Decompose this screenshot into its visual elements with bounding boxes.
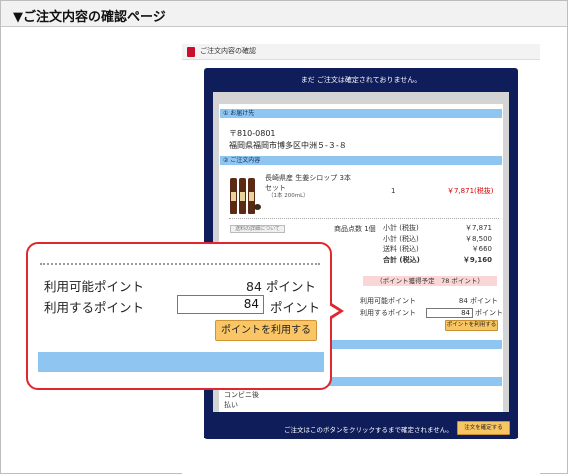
item-count: 商品点数 1個 (334, 225, 376, 233)
summary-value: ￥660 (471, 245, 492, 253)
summary-label: 小計 (税込) (383, 235, 419, 243)
available-points-label: 利用可能ポイント (360, 297, 416, 305)
summary-total-value: ￥9,160 (462, 256, 492, 264)
shipping-address: 福岡県福岡市博多区中洲５-３-８ (229, 141, 347, 150)
payment-method-line2: 払い (224, 401, 238, 409)
postal-code: 〒810-0801 (229, 129, 276, 138)
callout-use-points-input[interactable]: 84 (177, 295, 264, 314)
product-quantity: 1 (391, 187, 396, 195)
shipping-section-header: ① お届け先 (220, 109, 502, 118)
product-price: ￥7,871(税抜) (447, 187, 494, 195)
callout-section-bar (38, 352, 324, 372)
product-volume: （1本 200mL） (268, 193, 309, 199)
summary-label: 小計 (税抜) (383, 224, 419, 232)
not-confirmed-notice: まだ ご注文は確定されておりません。 (300, 76, 422, 84)
shipping-section-label: ① お届け先 (223, 110, 255, 117)
callout-use-points-label: 利用するポイント (44, 300, 145, 315)
callout-use-points-button[interactable]: ポイントを利用する (215, 320, 317, 341)
use-points-unit: ポイント (475, 309, 503, 317)
callout-divider (40, 263, 320, 265)
divider (229, 218, 499, 219)
confirm-order-button[interactable]: 注文を確定する (457, 421, 510, 435)
callout-pointer-inner (329, 305, 339, 317)
summary-value: ￥8,500 (464, 235, 492, 243)
checkout-header: ご注文内容の確認 (182, 44, 540, 60)
use-points-label: 利用するポイント (360, 309, 416, 317)
callout-use-points-unit: ポイント (270, 300, 321, 315)
shop-logo-icon (187, 47, 195, 57)
shipping-detail-button[interactable]: 送料の詳細について (230, 225, 285, 233)
product-name-line2: セット (265, 184, 286, 192)
order-section-header: ② ご注文内容 (220, 156, 502, 165)
confirm-notice: ご注文はこのボタンをクリックするまで確定されません。 (284, 426, 453, 434)
summary-value: ￥7,871 (464, 224, 492, 232)
use-points-input[interactable]: 84 (426, 308, 473, 318)
payment-method-line1: コンビニ後 (224, 391, 259, 399)
order-section-label: ② ご注文内容 (223, 157, 261, 164)
page-title: ▼ご注文内容の確認ページ (13, 10, 166, 25)
callout-available-points-value: 84 ポイント (246, 279, 316, 294)
summary-label: 送料 (税込) (383, 245, 419, 253)
available-points-value: 84 ポイント (458, 297, 498, 305)
use-points-button[interactable]: ポイントを利用する (445, 320, 498, 331)
title-bar: ▼ご注文内容の確認ページ (1, 1, 567, 27)
planned-points-badge: （ポイント獲得予定 78 ポイント） (363, 276, 497, 286)
product-name[interactable]: 長崎県産 生姜シロップ 3本 (265, 174, 351, 183)
callout-available-points-label: 利用可能ポイント (44, 279, 145, 294)
product-image (229, 176, 261, 216)
summary-label: 合計 (税込) (383, 256, 420, 264)
checkout-header-label: ご注文内容の確認 (200, 47, 256, 55)
